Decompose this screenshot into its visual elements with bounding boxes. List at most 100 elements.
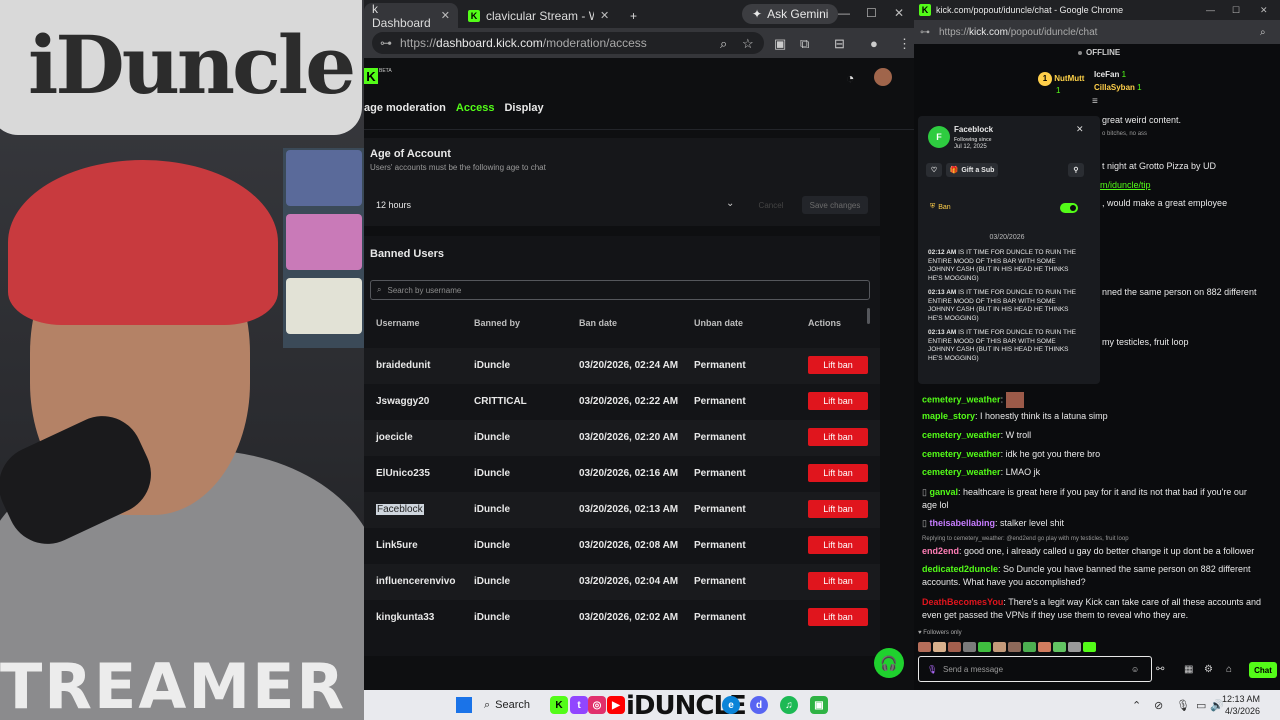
url-field[interactable]: ⊶ https://dashboard.kick.com/moderation/… [372, 32, 764, 54]
sidebar-icon[interactable]: ⊟ [834, 36, 845, 52]
apps-icon[interactable]: ⚯ [1156, 664, 1164, 675]
emote-icon[interactable] [993, 642, 1006, 652]
chat-username[interactable]: theisabellabing [929, 518, 995, 528]
account-age-select[interactable]: 12 hours [370, 193, 742, 217]
chat-username[interactable]: cemetery_weather [922, 467, 1001, 477]
bookmark-star-icon[interactable]: ☆ [742, 36, 754, 52]
kick-app-icon[interactable]: K [550, 696, 568, 714]
chat-message-input[interactable]: 🎙 Send a message ☺ [918, 656, 1152, 682]
lift-ban-button[interactable]: Lift ban [808, 500, 868, 518]
row-username[interactable]: kingkunta33 [376, 612, 434, 623]
emote-icon[interactable] [1053, 642, 1066, 652]
twitch-app-icon[interactable]: t [570, 696, 588, 714]
chat-username[interactable]: maple_story [922, 411, 975, 421]
kick-logo[interactable]: K [364, 68, 378, 84]
profile-icon[interactable]: ● [870, 36, 878, 51]
mod-action-button[interactable]: ⚲ [1068, 163, 1084, 177]
lift-ban-button[interactable]: Lift ban [808, 572, 868, 590]
spotify-app-icon[interactable]: ♫ [780, 696, 798, 714]
cancel-button[interactable]: Cancel [750, 196, 792, 214]
bot-icon[interactable]: ⌂ [1226, 664, 1232, 675]
emote-icon[interactable] [1083, 642, 1096, 652]
chat-username[interactable]: ganval [929, 487, 958, 497]
emoji-icon[interactable]: ☺ [1131, 665, 1139, 674]
emote-icon[interactable] [1023, 642, 1036, 652]
row-username[interactable]: Link5ure [376, 540, 418, 551]
avatar[interactable] [874, 68, 892, 86]
user-card-name[interactable]: Faceblock [954, 125, 993, 134]
emote-icon[interactable] [933, 642, 946, 652]
monitor-icon[interactable]: ▭ [1196, 699, 1206, 712]
chat-username[interactable]: dedicated2duncle [922, 564, 998, 574]
puzzle-icon[interactable]: ⧉ [800, 36, 809, 52]
minimize-icon[interactable]: — [1206, 5, 1215, 15]
network-icon[interactable]: ⊘ [1154, 699, 1163, 712]
row-username[interactable]: ElUnico235 [376, 468, 430, 479]
close-icon[interactable]: ✕ [441, 9, 450, 22]
ask-gemini-button[interactable]: ✦ Ask Gemini [742, 4, 839, 24]
microphone-icon[interactable]: 🎙 [1176, 699, 1190, 712]
chat-username[interactable]: cemetery_weather [922, 449, 1001, 459]
zoom-icon[interactable]: ⌕ [720, 36, 727, 52]
lift-ban-button[interactable]: Lift ban [808, 536, 868, 554]
row-username[interactable]: braidedunit [376, 360, 430, 371]
tab-message-moderation[interactable]: age moderation [364, 102, 446, 114]
emote-icon[interactable] [978, 642, 991, 652]
taskbar-search[interactable]: ⌕ Search [484, 693, 544, 717]
row-username[interactable]: Jswaggy20 [376, 396, 429, 407]
tab-display[interactable]: Display [504, 102, 543, 114]
extension-icon[interactable]: ▣ [774, 36, 786, 52]
leaderboard-second[interactable]: IceFan 1 [1094, 70, 1126, 79]
maximize-icon[interactable]: ☐ [866, 6, 877, 20]
youtube-app-icon[interactable]: ▶ [607, 696, 625, 714]
edge-app-icon[interactable]: e [722, 696, 740, 714]
row-username[interactable]: influencerenvivo [376, 576, 455, 587]
minimize-icon[interactable]: — [838, 6, 850, 20]
new-tab-button[interactable]: + [622, 3, 645, 28]
row-username[interactable]: joecicle [376, 432, 413, 443]
discord-app-icon[interactable]: d [750, 696, 768, 714]
emote-icon[interactable] [918, 642, 931, 652]
windows-start-icon[interactable] [456, 697, 472, 713]
filter-icon[interactable]: ≡ [1092, 96, 1098, 107]
close-icon[interactable]: ✕ [1076, 124, 1084, 135]
emote-icon[interactable] [963, 642, 976, 652]
site-info-icon[interactable]: ⊶ [380, 36, 392, 50]
tab-dashboard[interactable]: k Dashboard ✕ [364, 2, 458, 30]
lift-ban-button[interactable]: Lift ban [808, 464, 868, 482]
chat-username[interactable]: cemetery_weather [922, 394, 1001, 404]
notifications-icon[interactable]: ◔ [846, 70, 854, 86]
close-window-icon[interactable]: ✕ [894, 6, 904, 20]
ban-toggle[interactable] [1060, 203, 1078, 213]
leaderboard-first[interactable]: 1 NutMutt 1 [1038, 72, 1084, 95]
chat-username[interactable]: cemetery_weather [922, 430, 1001, 440]
gear-icon[interactable]: ⚙ [1204, 664, 1213, 675]
follow-heart-button[interactable]: ♡ [926, 163, 942, 177]
zoom-icon[interactable]: ⌕ [1260, 27, 1266, 38]
instagram-app-icon[interactable]: ◎ [588, 696, 606, 714]
emote-icon[interactable] [1038, 642, 1051, 652]
chat-app-icon[interactable]: ▣ [810, 696, 828, 714]
help-headset-button[interactable]: 🎧 [874, 648, 904, 678]
calendar-icon[interactable]: ▦ [1184, 664, 1193, 675]
tab-access[interactable]: Access [456, 102, 495, 114]
row-username-selected[interactable]: Faceblock [376, 504, 424, 515]
emote-icon[interactable] [948, 642, 961, 652]
chat-username[interactable]: end2end [922, 546, 959, 556]
close-window-icon[interactable]: ✕ [1260, 5, 1268, 16]
emote-icon[interactable] [1068, 642, 1081, 652]
tip-link[interactable]: m/iduncle/tip [1100, 179, 1151, 191]
tab-clavicular-stream[interactable]: K clavicular Stream - Watch Live o ✕ [460, 3, 628, 28]
site-info-icon[interactable]: ⊶ [920, 27, 930, 38]
lift-ban-button[interactable]: Lift ban [808, 608, 868, 626]
microphone-icon[interactable]: 🎙 [927, 665, 937, 674]
gift-sub-button[interactable]: 🎁 Gift a Sub [946, 163, 998, 177]
taskbar-clock[interactable]: 12:13 AM 4/3/2026 [1222, 693, 1260, 717]
menu-dots-icon[interactable]: ⋮ [898, 36, 911, 52]
chat-username[interactable]: DeathBecomesYou [922, 597, 1003, 607]
chat-url-field[interactable]: ⊶ https://kick.com/popout/iduncle/chat ⌕ [914, 20, 1280, 44]
save-changes-button[interactable]: Save changes [802, 196, 868, 214]
lift-ban-button[interactable]: Lift ban [808, 356, 868, 374]
maximize-icon[interactable]: ☐ [1232, 5, 1240, 16]
emote-icon[interactable] [1008, 642, 1021, 652]
